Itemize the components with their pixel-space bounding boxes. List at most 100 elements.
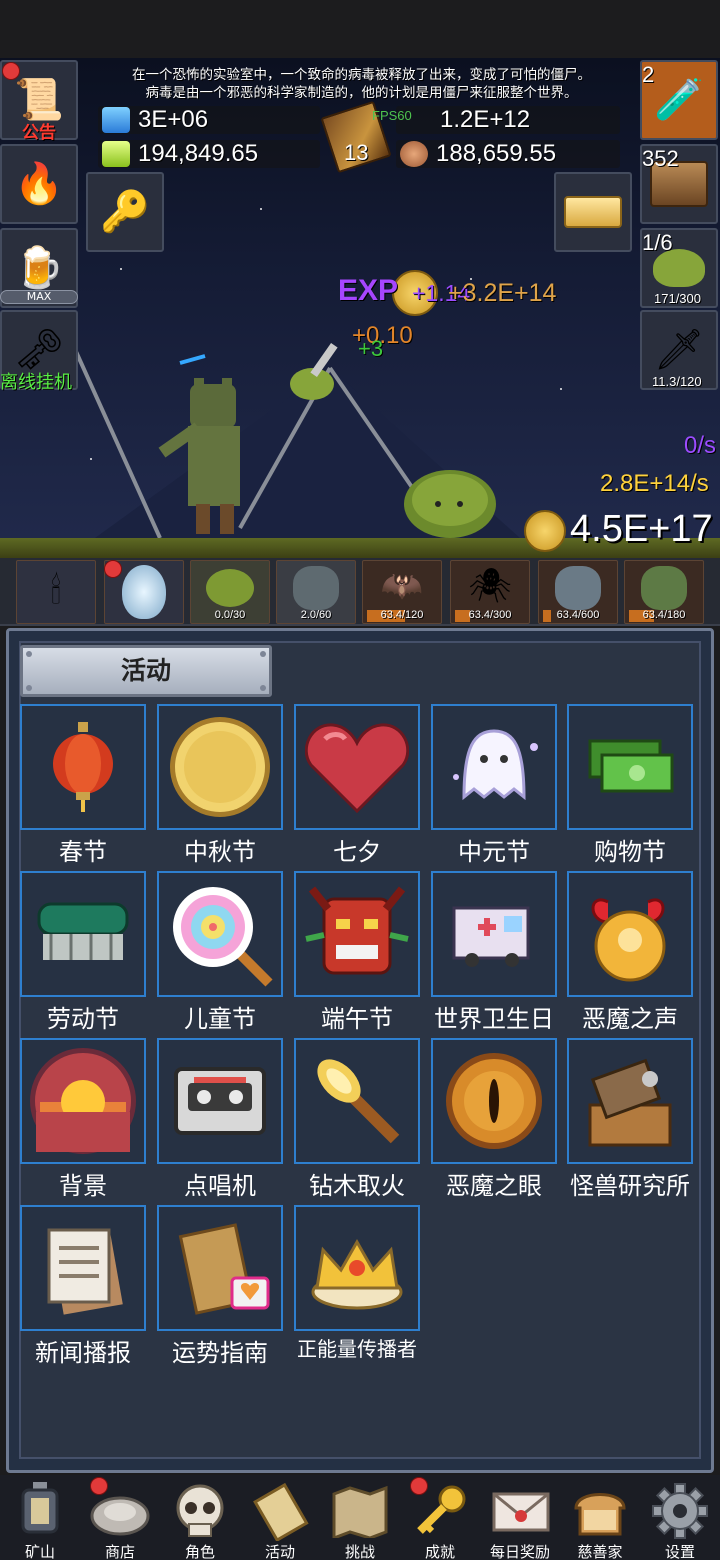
key-icon: 🗝	[13, 327, 65, 373]
creature-slot-2[interactable]: 2.0/60	[276, 560, 356, 624]
activity-tile-17[interactable]	[157, 1205, 283, 1331]
potion-icon: 🧪	[654, 77, 704, 123]
bread-icon	[570, 1481, 630, 1541]
status-bar	[0, 0, 720, 58]
nav-scroll-button[interactable]: 活动	[240, 1475, 320, 1560]
activity-tile-14[interactable]	[431, 1038, 557, 1164]
activity-tile-label: 恶魔之眼	[446, 1172, 542, 1200]
activity-tile-18[interactable]	[294, 1205, 420, 1331]
bottom-nav: 矿山 商店 角色 活动 挑战 成就 每日奖励 慈善家 设置	[0, 1475, 720, 1560]
torch-icon: 🔥	[14, 161, 64, 207]
activity-tile-2[interactable]	[157, 704, 283, 830]
gold-bar-icon	[564, 196, 622, 228]
activity-tile-10[interactable]	[567, 871, 693, 997]
activity-tile-1[interactable]	[20, 704, 146, 830]
nav-label: 角色	[184, 1543, 215, 1560]
orc-icon	[641, 566, 687, 611]
ambulance-icon	[444, 894, 544, 974]
notice-red-dot	[2, 62, 20, 80]
activity-tile-5[interactable]	[567, 704, 693, 830]
activity-tile-label: 正能量传播者	[297, 1337, 417, 1361]
nav-lantern-button[interactable]: 矿山	[0, 1475, 80, 1560]
creature-progress-label-4: 63.4/300	[468, 609, 512, 621]
nav-bread-button[interactable]: 慈善家	[560, 1475, 640, 1560]
map-icon	[330, 1481, 390, 1541]
creature-bar: 🕯 0.0/30 2.0/60 🦇 63.4/120 🕷 63.4/300 63…	[0, 558, 720, 626]
ghoul-icon	[555, 566, 601, 611]
ghost-icon	[444, 717, 544, 817]
nav-shop-button[interactable]: 商店	[80, 1475, 160, 1560]
torch-button[interactable]: 🔥	[0, 144, 78, 224]
activity-tile-15[interactable]	[567, 1038, 693, 1164]
creature-progress-label-1: 0.0/30	[214, 609, 246, 621]
activity-tile-4[interactable]	[431, 704, 557, 830]
activity-tile-3[interactable]	[294, 704, 420, 830]
keyhole-icon: 🔑	[100, 189, 150, 235]
nav-gear-button[interactable]: 设置	[640, 1475, 720, 1560]
green-potion-value: 194,849.65	[138, 140, 259, 167]
creature-progress-5: 63.4/600	[539, 609, 617, 622]
rivet	[260, 685, 266, 691]
activity-tile-8[interactable]	[294, 871, 420, 997]
creature-progress-label-6: 63.4/180	[642, 609, 686, 621]
creature-slot-3[interactable]: 🦇 63.4/120	[362, 560, 442, 624]
lantern-icon	[48, 722, 118, 812]
activity-tile-label: 背景	[59, 1172, 107, 1200]
gold-bar-button[interactable]	[554, 172, 632, 252]
egg-red-dot	[104, 560, 122, 578]
newspaper-icon	[33, 1218, 133, 1318]
bell-icon	[578, 882, 682, 986]
activity-tile-11[interactable]	[20, 1038, 146, 1164]
nav-map-button[interactable]: 挑战	[320, 1475, 400, 1560]
activity-tile-label: 儿童节	[184, 1005, 256, 1033]
bat-icon: 🦇	[380, 565, 424, 606]
sunset-icon	[28, 1046, 138, 1156]
exp-label: EXP	[338, 274, 399, 307]
creature-progress-2: 2.0/60	[277, 609, 355, 621]
max-bar: MAX	[0, 290, 78, 304]
nav-label: 挑战	[344, 1543, 375, 1560]
candle-icon: 🕯	[50, 571, 62, 612]
book-counter: 1.2E+12	[396, 106, 620, 134]
rate-gold: 2.8E+14/s	[600, 470, 709, 497]
activity-tile-label: 劳动节	[47, 1005, 119, 1033]
activity-tile-12[interactable]	[157, 1038, 283, 1164]
book-level: 13	[344, 140, 369, 165]
creature-slot-5[interactable]: 63.4/600	[538, 560, 618, 624]
mail-icon	[490, 1481, 550, 1541]
creature-fill-4	[455, 610, 470, 622]
nav-label: 慈善家	[577, 1543, 623, 1560]
nav-label: 商店	[104, 1543, 135, 1560]
activity-tile-16[interactable]	[20, 1205, 146, 1331]
nav-skull-button[interactable]: 角色	[160, 1475, 240, 1560]
activity-tile-label: 中秋节	[184, 838, 256, 866]
lollipop-icon	[165, 879, 275, 989]
torch-icon	[307, 1051, 407, 1151]
brush-icon	[31, 894, 135, 974]
egg-icon	[122, 565, 166, 619]
blue-potion-counter: 3E+06	[98, 106, 320, 134]
activity-tile-6[interactable]	[20, 871, 146, 997]
nav-red-dot	[90, 1477, 108, 1495]
dragon-mask-icon	[302, 879, 412, 989]
activity-tile-13[interactable]	[294, 1038, 420, 1164]
activity-tile-9[interactable]	[431, 871, 557, 997]
activity-tile-label: 恶魔之声	[582, 1005, 678, 1033]
nav-key-button[interactable]: 成就	[400, 1475, 480, 1560]
candle-slot[interactable]: 🕯	[16, 560, 96, 624]
nav-mail-button[interactable]: 每日奖励	[480, 1475, 560, 1560]
slime-fraction: 1/6	[642, 230, 673, 255]
creature-slot-4[interactable]: 🕷 63.4/300	[450, 560, 530, 624]
hero-character	[158, 378, 240, 534]
sword-progress: 11.3/120	[652, 374, 702, 389]
crown-icon	[307, 1218, 407, 1318]
book-value: 1.2E+12	[440, 106, 531, 133]
slime-enemy[interactable]	[402, 460, 498, 538]
creature-slot-6[interactable]: 63.4/180	[624, 560, 704, 624]
creature-progress-label-5: 63.4/600	[556, 609, 600, 621]
creature-progress-3: 63.4/120	[363, 609, 441, 622]
activity-tile-label: 端午节	[321, 1005, 393, 1033]
creature-slot-1[interactable]: 0.0/30	[190, 560, 270, 624]
keyhole-button[interactable]: 🔑	[86, 172, 164, 252]
activity-tile-7[interactable]	[157, 871, 283, 997]
